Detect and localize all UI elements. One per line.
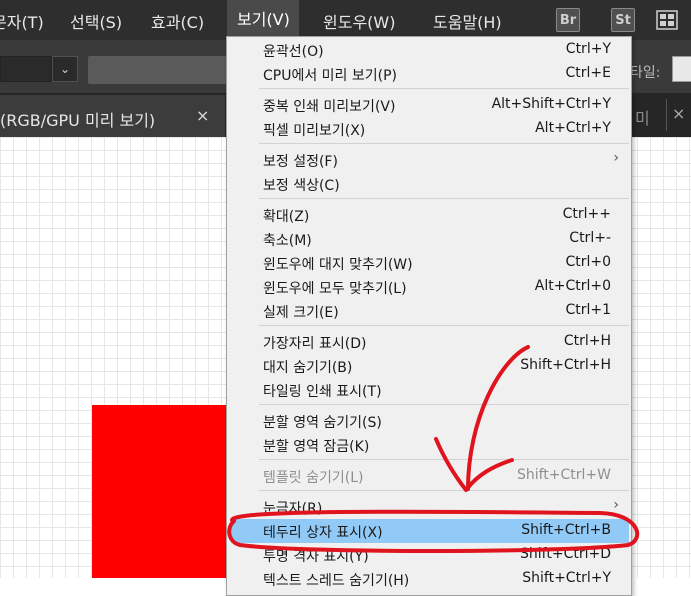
style-label: 타일:: [630, 65, 661, 81]
menu-item-hide-slices[interactable]: 분할 영역 숨기기(S): [231, 409, 629, 433]
menu-separator: [259, 198, 629, 199]
menu-separator: [259, 88, 629, 89]
menu-item-show-transparency-grid[interactable]: 투명 격자 표시(Y) Shift+Ctrl+D: [231, 543, 629, 567]
stock-button[interactable]: St: [611, 8, 635, 32]
menu-item-proof-setup[interactable]: 보정 설정(F) ›: [231, 148, 629, 172]
menu-item-zoom-in[interactable]: 확대(Z) Ctrl++: [231, 203, 629, 227]
menu-item-hide-template: 템플릿 숨기기(L) Shift+Ctrl+W: [263, 467, 611, 486]
red-rectangle-artwork[interactable]: [92, 405, 232, 578]
menu-select[interactable]: 선택(S): [70, 9, 122, 33]
menu-item-overprint-preview[interactable]: 중복 인쇄 미리보기(V) Alt+Shift+Ctrl+Y: [231, 93, 629, 117]
close-icon[interactable]: ×: [672, 104, 685, 123]
menu-item-pixel-preview[interactable]: 픽셀 미리보기(X) Alt+Ctrl+Y: [231, 117, 629, 141]
close-icon[interactable]: ×: [196, 106, 209, 125]
menu-item-rulers[interactable]: 눈금자(R) ›: [231, 495, 629, 519]
menu-item-zoom-out[interactable]: 축소(M) Ctrl+-: [231, 227, 629, 251]
chevron-right-icon: ›: [613, 497, 619, 513]
menu-separator: [259, 325, 629, 326]
document-tab[interactable]: (RGB/GPU 미리 보기) ×: [0, 95, 225, 137]
menu-item-hide-artboards[interactable]: 대지 숨기기(B) Shift+Ctrl+H: [231, 354, 629, 378]
menu-item-show-edges[interactable]: 가장자리 표시(D) Ctrl+H: [231, 330, 629, 354]
tab-title-2[interactable]: 미: [635, 105, 650, 129]
menu-separator: [259, 490, 629, 491]
menu-bar: 문자(T) 선택(S) 효과(C) 보기(V) 윈도우(W) 도움말(H) Br…: [0, 0, 691, 40]
menu-item-fit-all[interactable]: 윈도우에 모두 맞추기(L) Alt+Ctrl+0: [231, 275, 629, 299]
menu-item-print-tiling[interactable]: 타일링 인쇄 표시(T): [231, 378, 629, 402]
bridge-button[interactable]: Br: [556, 8, 580, 32]
menu-type[interactable]: 문자(T): [0, 9, 44, 33]
view-menu-dropdown: 윤곽선(O) Ctrl+Y CPU에서 미리 보기(P) Ctrl+E 중복 인…: [226, 36, 632, 596]
menu-item-hide-text-threads[interactable]: 텍스트 스레드 숨기기(H) Shift+Ctrl+Y: [231, 567, 629, 591]
menu-view[interactable]: 보기(V): [227, 0, 299, 40]
style-input[interactable]: [672, 56, 691, 82]
menu-item-cpu-preview[interactable]: CPU에서 미리 보기(P) Ctrl+E: [231, 62, 629, 86]
menu-help[interactable]: 도움말(H): [433, 9, 502, 33]
menu-item-fit-artboard[interactable]: 윈도우에 대지 맞추기(W) Ctrl+0: [231, 251, 629, 275]
style-field[interactable]: [0, 56, 52, 82]
chevron-down-icon[interactable]: ⌄: [52, 56, 78, 82]
menu-item-actual-size[interactable]: 실제 크기(E) Ctrl+1: [231, 299, 629, 323]
menu-separator: [259, 459, 629, 460]
menu-window[interactable]: 윈도우(W): [323, 9, 395, 33]
menu-separator: [259, 143, 629, 144]
menu-item-outline[interactable]: 윤곽선(O) Ctrl+Y: [231, 38, 629, 62]
workspace-grid-icon[interactable]: [656, 10, 678, 30]
tab-divider: [666, 99, 667, 131]
stroke-field[interactable]: [88, 56, 228, 84]
menu-effect[interactable]: 효과(C): [151, 9, 204, 33]
tab-title: (RGB/GPU 미리 보기): [0, 111, 156, 130]
chevron-right-icon: ›: [613, 150, 619, 166]
menu-separator: [259, 404, 629, 405]
menu-item-lock-slices[interactable]: 분할 영역 잠금(K): [231, 433, 629, 457]
menu-item-proof-colors[interactable]: 보정 색상(C): [231, 172, 629, 196]
menu-item-show-bounding-box[interactable]: 테두리 상자 표시(X) Shift+Ctrl+B: [231, 519, 629, 543]
